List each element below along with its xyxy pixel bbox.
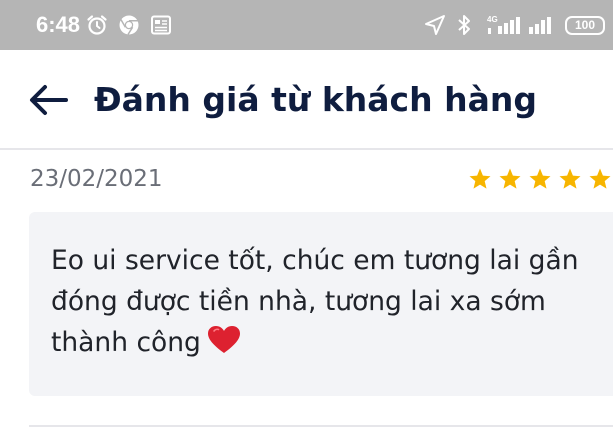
- battery-icon: 100: [565, 16, 605, 35]
- status-bar: 6:48 4G 100: [0, 0, 613, 50]
- signal-icon: [529, 17, 551, 34]
- app-header: Đánh giá từ khách hàng: [0, 50, 613, 148]
- review-comment: Eo ui service tốt, chúc em tương lai gần…: [51, 240, 601, 363]
- battery-level: 100: [574, 18, 596, 32]
- star-icon: [499, 168, 521, 189]
- news-icon: [151, 15, 171, 35]
- star-icon: [469, 168, 491, 189]
- bluetooth-icon: [458, 15, 470, 35]
- header-divider: [0, 148, 613, 150]
- alarm-icon: [87, 15, 107, 35]
- review-date: 23/02/2021: [30, 166, 163, 192]
- heart-icon: [207, 326, 240, 353]
- arrow-left-icon[interactable]: [26, 81, 70, 119]
- star-icon: [559, 168, 581, 189]
- review-comment-text: Eo ui service tốt, chúc em tương lai gần…: [51, 245, 579, 358]
- chrome-icon: [119, 15, 139, 35]
- star-icon: [529, 168, 551, 189]
- status-time: 6:48: [36, 12, 81, 37]
- signal-icon: [488, 17, 520, 34]
- review-comment-box: Eo ui service tốt, chúc em tương lai gần…: [29, 212, 613, 396]
- location-icon: [425, 15, 445, 35]
- page-title: Đánh giá từ khách hàng: [94, 80, 537, 119]
- star-icon: [589, 168, 611, 189]
- review-divider: [29, 425, 613, 427]
